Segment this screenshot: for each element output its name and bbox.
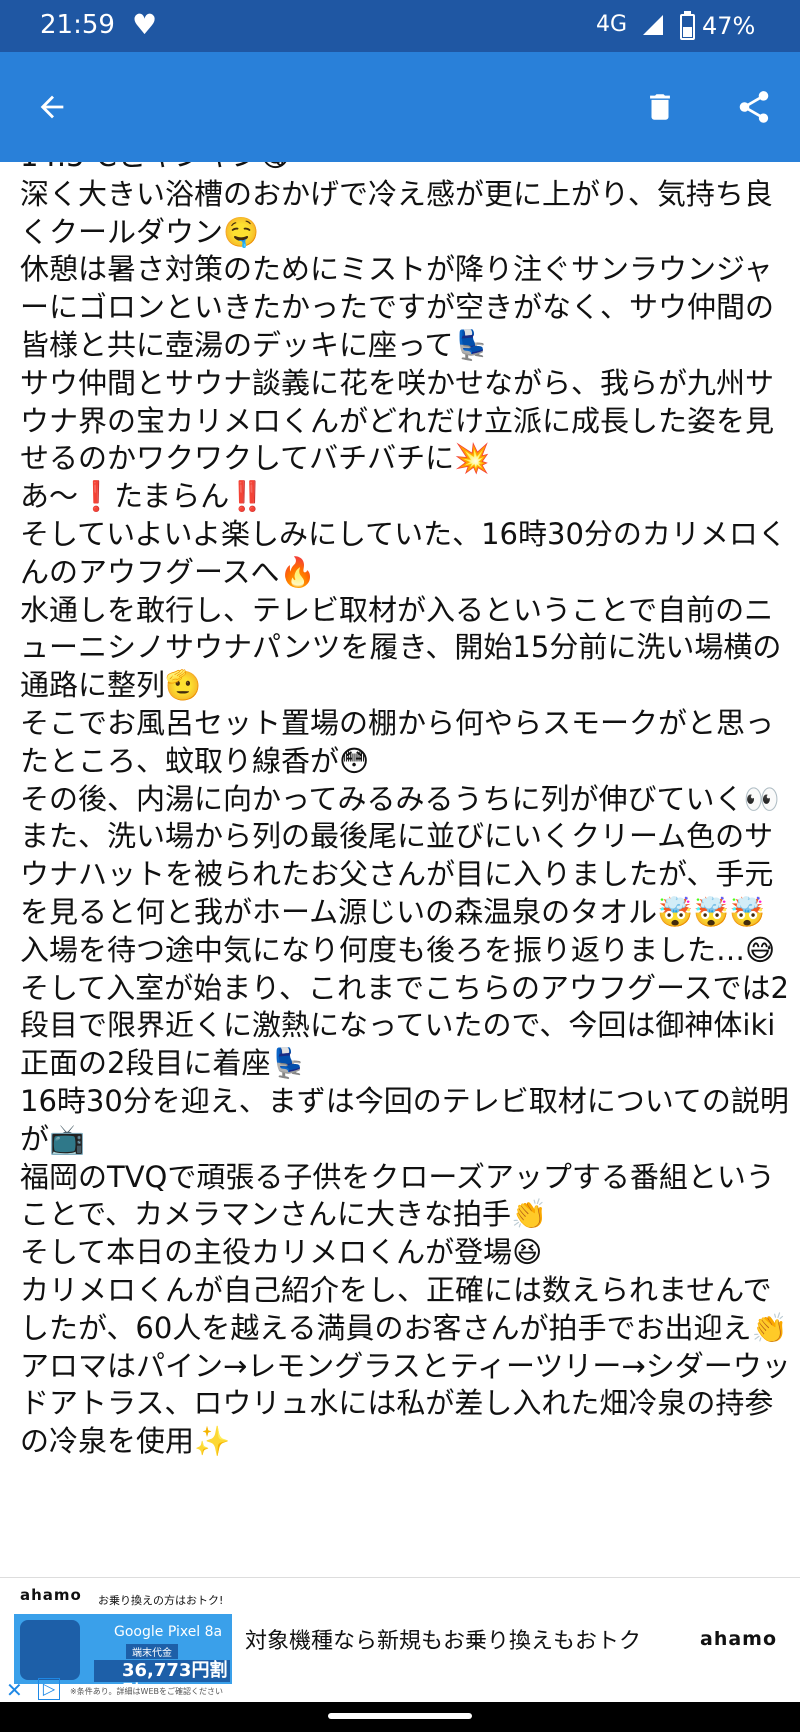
ad-price: 36,773円割引 xyxy=(94,1660,230,1703)
back-button[interactable] xyxy=(24,79,80,135)
heart-icon: ♥ xyxy=(132,8,158,41)
signal-icon xyxy=(643,15,663,35)
app-bar xyxy=(0,52,800,162)
post-content[interactable]: 14.5℃とキンキン😋 深く大きい浴槽のおかげで冷え感が更に上がり、気持ち良くク… xyxy=(0,162,800,1577)
ad-banner[interactable]: ahamo お乗り換えの方はおトク! Google Pixel 8a 端末代金 … xyxy=(0,1577,800,1703)
battery-icon xyxy=(680,11,695,40)
delete-button[interactable] xyxy=(632,79,688,135)
ad-promo-text: お乗り換えの方はおトク! xyxy=(98,1594,224,1607)
network-type: 4G xyxy=(596,12,628,37)
ad-close-icon[interactable]: ✕ xyxy=(6,1678,23,1702)
share-button[interactable] xyxy=(726,79,782,135)
status-time: 21:59 xyxy=(40,10,115,40)
ad-headline[interactable]: 対象機種なら新規もお乗り換えもおトク xyxy=(245,1623,641,1655)
ad-model: Google Pixel 8a xyxy=(114,1624,223,1640)
ad-choices-icon[interactable]: ▷ xyxy=(38,1678,60,1700)
post-body-text: 14.5℃とキンキン😋 深く大きい浴槽のおかげで冷え感が更に上がり、気持ち良くク… xyxy=(20,162,791,1459)
trash-icon xyxy=(650,94,670,120)
arrow-back-icon xyxy=(40,95,64,119)
ad-brand-logo-large: ahamo xyxy=(700,1628,778,1650)
ad-subtitle: 端末代金 xyxy=(126,1644,178,1659)
status-bar: 21:59 ♥ 4G 47% xyxy=(0,0,800,52)
ad-fine-print: ※条件あり。詳細はWEBをご確認ください xyxy=(70,1687,223,1696)
share-icon xyxy=(739,91,769,123)
battery-percentage: 47% xyxy=(702,12,756,40)
phone-image xyxy=(20,1620,80,1680)
navigation-bar xyxy=(0,1702,800,1732)
ad-brand-logo: ahamo xyxy=(20,1586,82,1604)
ad-product-panel: Google Pixel 8a 端末代金 36,773円割引 xyxy=(14,1614,232,1703)
gesture-handle[interactable] xyxy=(328,1713,472,1719)
